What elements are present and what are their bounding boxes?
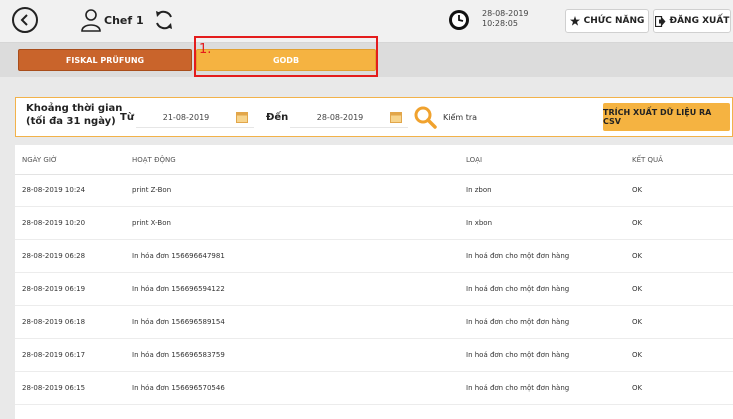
logout-button[interactable]: ĐĂNG XUẤT [653,9,731,33]
tab-bar: FISKAL PRÜFUNG GODB [0,43,733,77]
cell-type: In hoá đơn cho một đơn hàng [466,285,570,293]
cell-result: OK [632,351,643,359]
tab-godb-label: GODB [272,55,300,65]
cell-type: In hoá đơn cho một đơn hàng [466,384,570,392]
cell-activity: print X-Bon [132,219,171,227]
back-icon [20,14,28,26]
date-range-label-line2: (tối đa 31 ngày) [26,116,116,127]
column-header-type: LOẠI [466,156,483,164]
table-row[interactable]: 28-08-2019 06:17 In hóa đơn 156696583759… [15,339,733,372]
from-label: Từ [120,112,134,123]
calendar-icon[interactable] [236,111,248,123]
cell-type: In hoá đơn cho một đơn hàng [466,252,570,260]
cell-result: OK [632,285,643,293]
user-name: Chef 1 [104,14,144,27]
table-row[interactable]: 28-08-2019 10:24 print Z-Bon In zbon OK [15,174,733,207]
search-icon [414,106,437,129]
check-button[interactable]: Kiểm tra [413,103,483,131]
date-filter-panel: Khoảng thời gian (tối đa 31 ngày) Từ Đến… [15,97,733,137]
top-bar: Chef 1 28-08-2019 10:28:05 CHỨC NĂNG ĐĂN… [0,0,733,43]
table-row[interactable]: 28-08-2019 06:28 In hóa đơn 156696647981… [15,240,733,273]
cell-type: In hoá đơn cho một đơn hàng [466,318,570,326]
tab-fiskal-label: FISKAL PRÜFUNG [65,55,145,65]
cell-datetime: 28-08-2019 06:17 [22,351,86,359]
cell-result: OK [632,219,643,227]
tab-fiskal-pruefung[interactable]: FISKAL PRÜFUNG [18,49,192,71]
date-range-label-line1: Khoảng thời gian [26,103,123,114]
cell-type: In hoá đơn cho một đơn hàng [466,351,570,359]
back-button[interactable] [12,7,38,33]
table-row[interactable]: 28-08-2019 10:20 print X-Bon In xbon OK [15,207,733,240]
table-row[interactable]: 28-08-2019 06:18 In hóa đơn 156696589154… [15,306,733,339]
cell-activity: In hóa đơn 156696589154 [132,318,225,326]
cell-datetime: 28-08-2019 06:28 [22,252,86,260]
column-header-activity: HOẠT ĐỘNG [132,156,176,164]
column-header-result: KẾT QUẢ [632,156,663,164]
cell-activity: In hóa đơn 156696583759 [132,351,225,359]
table-header: NGÀY GIỜ HOẠT ĐỘNG LOẠI KẾT QUẢ [15,145,733,175]
cell-type: In zbon [466,186,492,194]
cell-type: In xbon [466,219,493,227]
annotation-label: 1. [199,42,212,57]
tab-godb[interactable]: GODB [196,49,376,71]
cell-datetime: 28-08-2019 06:18 [22,318,86,326]
cell-result: OK [632,252,643,260]
logout-icon [654,15,666,27]
functions-label: CHỨC NĂNG [583,16,645,26]
table-row[interactable]: 28-08-2019 06:15 In hóa đơn 156696570546… [15,372,733,405]
column-header-datetime: NGÀY GIỜ [22,156,58,164]
current-time: 10:28:05 [482,19,518,28]
cell-datetime: 28-08-2019 06:15 [22,384,86,392]
clock-icon [449,10,469,30]
export-csv-label: TRÍCH XUẤT DỮ LIỆU RA CSV [603,108,712,126]
calendar-icon[interactable] [390,111,402,123]
current-date: 28-08-2019 [482,9,529,18]
table-row[interactable]: 28-08-2019 06:19 In hóa đơn 156696594122… [15,273,733,306]
user-icon[interactable] [80,8,102,32]
cell-result: OK [632,384,643,392]
cell-activity: In hóa đơn 156696570546 [132,384,225,392]
logout-label: ĐĂNG XUẤT [669,16,730,26]
cell-result: OK [632,318,643,326]
cell-datetime: 28-08-2019 10:20 [22,219,86,227]
star-icon [569,16,580,26]
date-range-label: Khoảng thời gian (tối đa 31 ngày) [26,102,122,128]
cell-activity: print Z-Bon [132,186,172,194]
cell-datetime: 28-08-2019 06:19 [22,285,86,293]
cell-activity: In hóa đơn 156696594122 [132,285,225,293]
cell-activity: In hóa đơn 156696647981 [132,252,225,260]
cell-datetime: 28-08-2019 10:24 [22,186,86,194]
sync-icon[interactable] [152,8,176,32]
functions-button[interactable]: CHỨC NĂNG [565,9,649,33]
check-label: Kiểm tra [443,112,478,122]
to-label: Đến [266,112,289,123]
export-csv-button[interactable]: TRÍCH XUẤT DỮ LIỆU RA CSV [603,103,730,131]
cell-result: OK [632,186,643,194]
activity-log-table: NGÀY GIỜ HOẠT ĐỘNG LOẠI KẾT QUẢ 28-08-20… [15,145,733,419]
